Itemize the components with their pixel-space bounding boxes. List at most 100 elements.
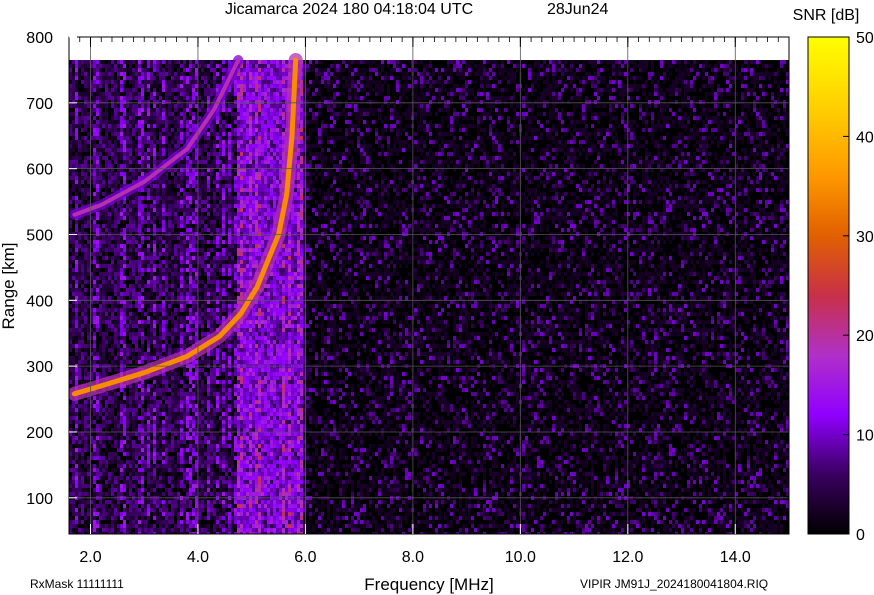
heatmap-cell: [96, 484, 99, 488]
heatmap-cell: [153, 204, 156, 208]
heatmap-cell: [87, 456, 90, 460]
heatmap-cell: [72, 372, 75, 376]
heatmap-cell: [102, 320, 105, 324]
heatmap-cell: [78, 272, 81, 276]
heatmap-cell: [108, 336, 111, 340]
heatmap-cell: [198, 312, 201, 316]
heatmap-cell: [99, 284, 102, 288]
heatmap-cell: [105, 124, 108, 128]
heatmap-cell: [84, 140, 87, 144]
heatmap-cell: [81, 344, 84, 348]
heatmap-cell: [162, 324, 165, 328]
heatmap-cell: [186, 116, 189, 120]
heatmap-cell: [129, 436, 132, 440]
heatmap-cell: [159, 80, 162, 84]
heatmap-cell: [129, 232, 132, 236]
heatmap-cell: [216, 172, 219, 176]
heatmap-cell: [126, 424, 129, 428]
heatmap-cell: [165, 516, 168, 520]
heatmap-cell: [147, 196, 150, 200]
heatmap-cell: [72, 280, 75, 284]
heatmap-cell: [78, 84, 81, 88]
heatmap-cell: [87, 356, 90, 360]
heatmap-cell: [198, 208, 201, 212]
heatmap-cell: [126, 308, 129, 312]
heatmap-cell: [120, 128, 123, 132]
heatmap-cell: [186, 340, 189, 344]
heatmap-cell: [153, 132, 156, 136]
heatmap-cell: [174, 96, 177, 100]
heatmap-cell: [210, 140, 213, 144]
heatmap-cell: [183, 304, 186, 308]
heatmap-cell: [165, 308, 168, 312]
heatmap-cell: [189, 100, 192, 104]
heatmap-cell: [207, 412, 210, 416]
heatmap-cell: [195, 368, 198, 372]
heatmap-cell: [99, 160, 102, 164]
heatmap-cell: [123, 284, 126, 288]
heatmap-cell: [96, 84, 99, 88]
heatmap-cell: [141, 76, 144, 80]
heatmap-cell: [213, 312, 216, 316]
heatmap-cell: [132, 288, 135, 292]
heatmap-cell: [120, 312, 123, 316]
heatmap-cell: [198, 216, 201, 220]
heatmap-cell: [210, 132, 213, 136]
heatmap-cell: [93, 452, 96, 456]
heatmap-cell: [117, 132, 120, 136]
heatmap-cell: [96, 64, 99, 68]
heatmap-cell: [150, 452, 153, 456]
heatmap-cell: [93, 356, 96, 360]
heatmap-cell: [102, 156, 105, 160]
heatmap-cell: [114, 452, 117, 456]
heatmap-cell: [144, 464, 147, 468]
heatmap-cell: [168, 328, 171, 332]
heatmap-cell: [75, 368, 78, 372]
heatmap-cell: [99, 476, 102, 480]
heatmap-cell: [75, 132, 78, 136]
heatmap-cell: [75, 304, 78, 308]
heatmap-cell: [129, 80, 132, 84]
heatmap-cell: [153, 152, 156, 156]
heatmap-cell: [159, 136, 162, 140]
heatmap-cell: [180, 188, 183, 192]
heatmap-cell: [105, 288, 108, 292]
heatmap-cell: [186, 332, 189, 336]
heatmap-cell: [192, 464, 195, 468]
heatmap-cell: [177, 100, 180, 104]
heatmap-cell: [123, 288, 126, 292]
heatmap-cell: [141, 208, 144, 212]
heatmap-cell: [174, 136, 177, 140]
heatmap-cell: [165, 416, 168, 420]
heatmap-cell: [210, 276, 213, 280]
heatmap-cell: [108, 152, 111, 156]
heatmap-cell: [183, 376, 186, 380]
heatmap-cell: [201, 328, 204, 332]
heatmap-cell: [84, 104, 87, 108]
heatmap-cell: [84, 500, 87, 504]
heatmap-cell: [72, 164, 75, 168]
heatmap-cell: [195, 504, 198, 508]
heatmap-cell: [165, 400, 168, 404]
heatmap-cell: [87, 256, 90, 260]
heatmap-cell: [87, 500, 90, 504]
heatmap-cell: [156, 528, 159, 532]
heatmap-cell: [135, 232, 138, 236]
heatmap-cell: [162, 156, 165, 160]
heatmap-cell: [171, 328, 174, 332]
heatmap-cell: [201, 100, 204, 104]
heatmap-cell: [183, 516, 186, 520]
heatmap-cell: [174, 500, 177, 504]
heatmap-cell: [99, 120, 102, 124]
heatmap-cell: [108, 392, 111, 396]
heatmap-cell: [171, 268, 174, 272]
heatmap-cell: [117, 236, 120, 240]
heatmap-cell: [174, 256, 177, 260]
heatmap-cell: [144, 476, 147, 480]
heatmap-cell: [177, 80, 180, 84]
heatmap-cell: [153, 232, 156, 236]
heatmap-cell: [168, 92, 171, 96]
heatmap-cell: [141, 360, 144, 364]
heatmap-cell: [147, 420, 150, 424]
heatmap-cell: [162, 216, 165, 220]
